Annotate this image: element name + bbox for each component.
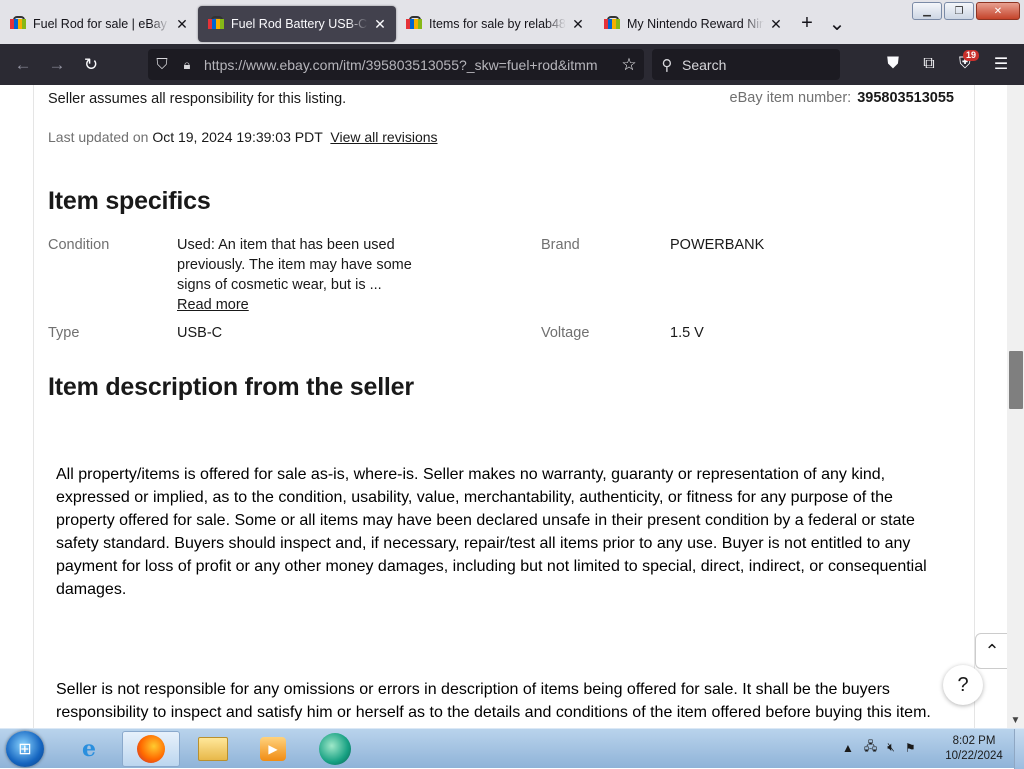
scrollbar-thumb[interactable]	[1009, 351, 1023, 409]
search-icon: ⚲	[661, 56, 673, 74]
address-bar[interactable]: ⛉ 🔒︎ https://www.ebay.com/itm/3958035130…	[148, 49, 644, 80]
tab-nintendo-reward[interactable]: My Nintendo Reward Ninte ✕	[594, 6, 792, 42]
tab-title: My Nintendo Reward Ninte	[627, 17, 764, 31]
last-updated-date: Oct 19, 2024 19:39:03 PDT	[152, 129, 323, 145]
description-responsibility: Seller is not responsible for any omissi…	[56, 681, 931, 721]
back-to-top-button[interactable]: ⌃	[975, 633, 1007, 669]
tab-title: Fuel Rod for sale | eBay	[33, 17, 167, 31]
item-number-value: 395803513055	[857, 90, 954, 106]
tab-title: Items for sale by relab48 | e	[429, 17, 566, 31]
tab-fuel-rod-battery[interactable]: Fuel Rod Battery USB-C Pow ✕	[198, 6, 396, 42]
green-app-icon[interactable]	[306, 731, 364, 767]
internet-explorer-icon[interactable]: e	[60, 731, 118, 767]
tab-title: Fuel Rod Battery USB-C Pow	[231, 17, 368, 31]
clock[interactable]: 8:02 PM 10/22/2024	[936, 734, 1012, 764]
help-button[interactable]: ?	[943, 665, 983, 705]
pocket-icon[interactable]: ⛊	[876, 49, 910, 79]
bookmark-star-icon[interactable]: ☆	[614, 55, 644, 75]
firefox-icon	[137, 735, 165, 763]
page-content: Seller assumes all responsibility for th…	[0, 85, 1007, 728]
close-tab-icon[interactable]: ✕	[570, 16, 586, 33]
restore-button[interactable]: ❐	[944, 2, 974, 20]
close-tab-icon[interactable]: ✕	[174, 16, 190, 33]
tab-fuel-rod-search[interactable]: Fuel Rod for sale | eBay ✕	[0, 6, 198, 42]
forward-button[interactable]: →	[40, 50, 74, 80]
search-input[interactable]: ⚲ Search	[652, 49, 840, 80]
last-updated-label: Last updated on	[48, 129, 149, 145]
search-placeholder: Search	[682, 56, 727, 73]
tab-items-relab48[interactable]: Items for sale by relab48 | e ✕	[396, 6, 594, 42]
tab-strip: Fuel Rod for sale | eBay ✕ Fuel Rod Batt…	[0, 0, 1024, 44]
voltage-value: 1.5 V	[670, 325, 704, 341]
extensions-icon[interactable]: ⧉	[912, 49, 946, 79]
toolbar-right: ⛊ ⧉ ⛨ 19 ☰	[876, 49, 1018, 79]
show-desktop-button[interactable]	[1014, 729, 1024, 769]
navigation-toolbar: ← → ↻ ⛉ 🔒︎ https://www.ebay.com/itm/3958…	[0, 44, 1024, 85]
content-panel	[33, 85, 975, 728]
type-value: USB-C	[177, 325, 223, 341]
network-icon[interactable]: 🖧	[864, 737, 877, 758]
reload-button[interactable]: ↻	[74, 50, 108, 80]
read-more-link[interactable]: Read more	[177, 297, 249, 313]
back-button[interactable]: ←	[6, 50, 40, 80]
page-scrollbar[interactable]: ▼	[1007, 85, 1024, 728]
file-explorer-icon[interactable]	[184, 731, 242, 767]
type-label: Type	[48, 325, 80, 341]
window-controls: ▁ ❐ ✕	[912, 2, 1020, 20]
ublock-extension-icon[interactable]: ⛨ 19	[948, 49, 982, 79]
close-tab-icon[interactable]: ✕	[372, 16, 388, 33]
item-number-label: eBay item number:	[729, 90, 852, 106]
system-tray: ▲ 🖧 🔇︎ ⚑	[842, 737, 916, 758]
brand-label: Brand	[541, 237, 580, 253]
list-all-tabs-button[interactable]: ⌄	[822, 8, 852, 38]
window-close-button[interactable]: ✕	[976, 2, 1020, 20]
ebay-favicon-icon	[10, 16, 26, 31]
close-tab-icon[interactable]: ✕	[768, 16, 784, 33]
brand-value: POWERBANK	[670, 237, 765, 253]
description-disclaimer: All property/items is offered for sale a…	[56, 466, 927, 598]
taskbar: ⊞ e ▶ ▲ 🖧 🔇︎ ⚑ 8:02 PM 10/22/2024	[0, 728, 1024, 769]
view-all-revisions-link[interactable]: View all revisions	[330, 129, 437, 145]
clock-date: 10/22/2024	[945, 750, 1003, 762]
item-number: eBay item number: 395803513055	[730, 90, 954, 106]
item-specifics-heading: Item specifics	[48, 187, 211, 215]
start-button[interactable]: ⊞	[6, 731, 44, 767]
condition-label: Condition	[48, 237, 110, 253]
condition-value: Used: An item that has been used previou…	[177, 235, 439, 315]
condition-text: Used: An item that has been used previou…	[177, 237, 412, 293]
tracking-protection-shield-icon[interactable]: ⛉	[148, 56, 176, 73]
minimize-button[interactable]: ▁	[912, 2, 942, 20]
clock-time: 8:02 PM	[952, 735, 996, 747]
firefox-taskbar-button[interactable]	[122, 731, 180, 767]
last-updated: Last updated on Oct 19, 2024 19:39:03 PD…	[48, 129, 438, 145]
new-tab-button[interactable]: +	[792, 8, 822, 38]
action-center-flag-icon[interactable]: ⚑	[905, 741, 916, 755]
media-player-icon[interactable]: ▶	[244, 731, 302, 767]
ebay-favicon-icon	[406, 16, 422, 31]
url-text[interactable]: https://www.ebay.com/itm/395803513055?_s…	[198, 57, 614, 73]
ebay-favicon-icon	[604, 16, 620, 31]
scroll-down-arrow[interactable]: ▼	[1007, 715, 1024, 726]
menu-icon[interactable]: ☰	[984, 49, 1018, 79]
volume-muted-icon[interactable]: 🔇︎	[887, 740, 895, 755]
show-hidden-icons-icon[interactable]: ▲	[842, 741, 854, 755]
seller-responsibility-note: Seller assumes all responsibility for th…	[48, 91, 347, 107]
item-description-heading: Item description from the seller	[48, 373, 414, 401]
ebay-favicon-icon	[208, 16, 224, 31]
extension-badge: 19	[962, 50, 979, 61]
lock-icon[interactable]: 🔒︎	[176, 57, 198, 73]
voltage-label: Voltage	[541, 325, 590, 341]
